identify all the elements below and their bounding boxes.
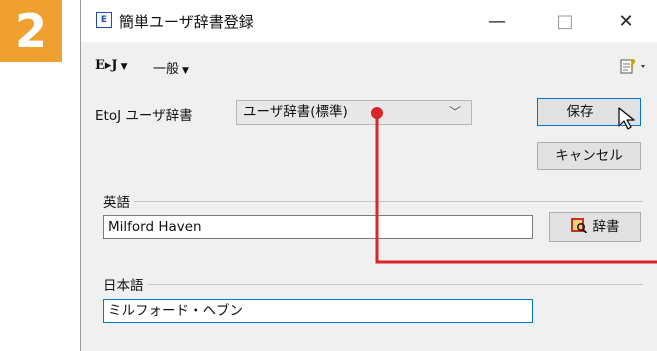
- direction-menu[interactable]: E▸J ▼: [95, 58, 128, 73]
- english-label: 英語: [103, 191, 134, 211]
- step-badge: 2: [0, 0, 62, 62]
- maximize-button[interactable]: □: [549, 8, 581, 34]
- dictionary-select[interactable]: ユーザ辞書(標準) ﹀: [236, 100, 472, 125]
- title-bar: E 簡単ユーザ辞書登録 — □ ✕: [81, 0, 657, 42]
- help-icon: ?: [620, 57, 645, 74]
- close-button[interactable]: ✕: [610, 8, 642, 34]
- chevron-down-icon: ﹀: [448, 105, 461, 119]
- category-menu[interactable]: 一般 ▼: [153, 58, 189, 77]
- window-title: 簡単ユーザ辞書登録: [119, 13, 254, 31]
- japanese-field[interactable]: ミルフォード・ヘブン: [103, 299, 533, 323]
- dictionary-selected-value: ユーザ辞書(標準): [243, 104, 348, 120]
- mouse-cursor-icon: [618, 107, 635, 130]
- direction-label: E▸J: [95, 58, 118, 73]
- dialog-window: E 簡単ユーザ辞書登録 — □ ✕ E▸J ▼ 一般 ▼ ? EtoJ ユーザ辞書 …: [80, 0, 657, 351]
- dictionary-label: EtoJ ユーザ辞書: [95, 108, 193, 124]
- english-value: Milford Haven: [108, 219, 202, 235]
- japanese-value: ミルフォード・ヘブン: [108, 303, 243, 319]
- cancel-label: キャンセル: [555, 148, 623, 164]
- dictionary-label-text: 辞書: [592, 219, 620, 235]
- japanese-label: 日本語: [103, 274, 148, 294]
- chevron-down-icon: ▼: [182, 66, 189, 76]
- chevron-down-icon: ▼: [120, 62, 128, 72]
- save-label: 保存: [566, 104, 594, 120]
- help-menu[interactable]: ?: [619, 55, 647, 77]
- dictionary-icon: [570, 218, 587, 233]
- category-label: 一般: [153, 62, 180, 77]
- section-divider: [125, 284, 643, 285]
- english-field[interactable]: Milford Haven: [103, 215, 533, 239]
- dictionary-button[interactable]: 辞書: [549, 212, 641, 242]
- minimize-button[interactable]: —: [481, 8, 513, 34]
- section-divider: [115, 201, 643, 202]
- svg-text:?: ?: [629, 57, 636, 71]
- cancel-button[interactable]: キャンセル: [537, 142, 641, 170]
- app-icon: E: [96, 12, 112, 28]
